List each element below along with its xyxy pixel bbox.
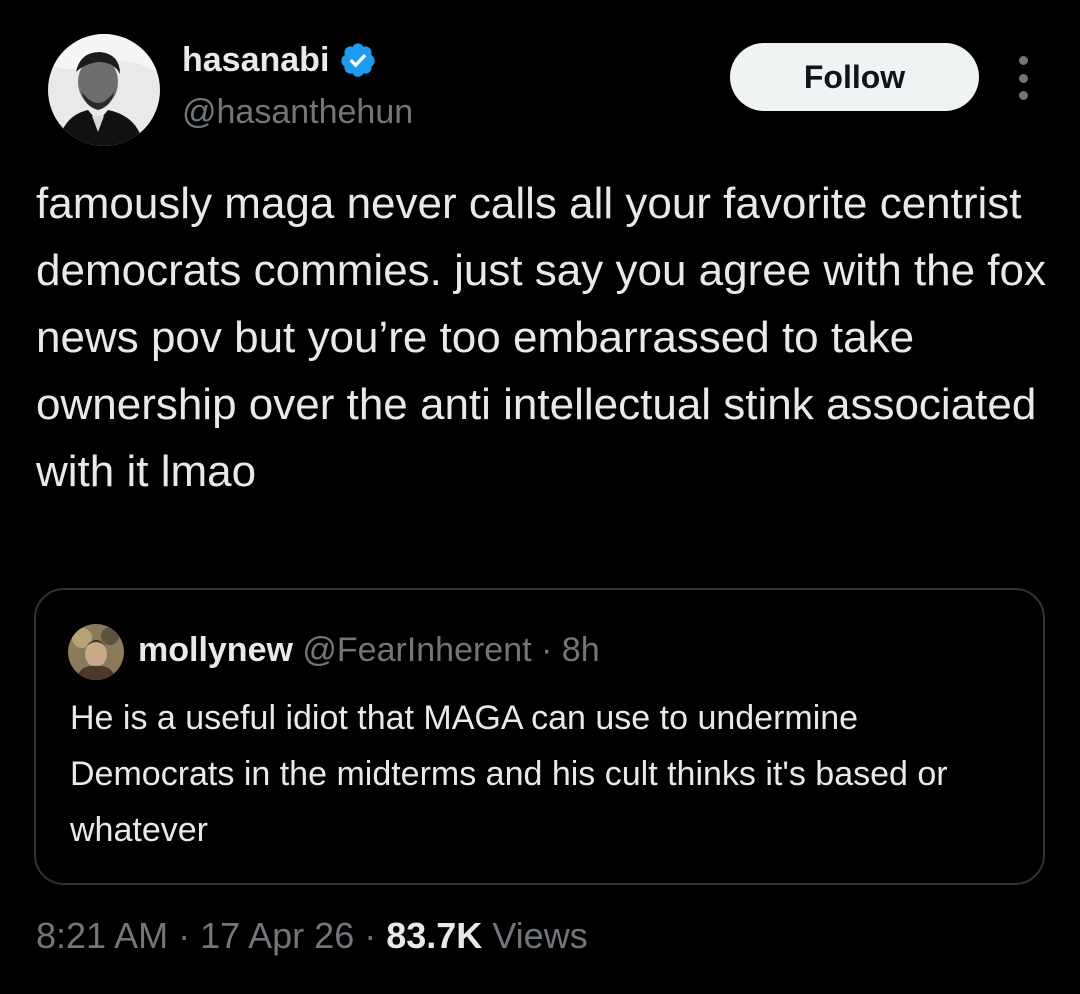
dot bbox=[1018, 73, 1028, 83]
tweet-text: famously maga never calls all your favor… bbox=[36, 179, 1059, 496]
avatar-photo-icon bbox=[48, 34, 160, 146]
dot bbox=[1018, 91, 1028, 100]
author-avatar[interactable] bbox=[48, 34, 160, 146]
quoted-display-name[interactable]: mollynew bbox=[138, 631, 293, 669]
views-label: Views bbox=[492, 915, 588, 956]
quoted-avatar-photo-icon bbox=[68, 624, 124, 680]
meta-separator: · bbox=[531, 631, 562, 669]
quoted-tweet-card[interactable]: mollynew @FearInherent · 8h He is a usef… bbox=[34, 588, 1045, 885]
quoted-time[interactable]: 8h bbox=[562, 631, 600, 669]
dot bbox=[1018, 56, 1028, 65]
author-handle[interactable]: @hasanthehun bbox=[182, 90, 413, 134]
quoted-handle-text: @FearInherent bbox=[302, 631, 532, 669]
author-display-name[interactable]: hasanabi bbox=[182, 38, 329, 82]
meta-separator: · bbox=[168, 915, 201, 956]
quoted-tweet-text: He is a useful idiot that MAGA can use t… bbox=[70, 699, 948, 849]
tweet-time[interactable]: 8:21 AM bbox=[36, 915, 168, 956]
author-name-row[interactable]: hasanabi bbox=[182, 38, 377, 82]
quoted-tweet-header: mollynew @FearInherent · 8h bbox=[138, 626, 600, 674]
tweet-date[interactable]: 17 Apr 26 bbox=[200, 915, 354, 956]
meta-separator: · bbox=[354, 915, 387, 956]
more-dots-icon[interactable] bbox=[1010, 56, 1036, 100]
follow-button[interactable]: Follow bbox=[730, 43, 979, 111]
quoted-handle[interactable]: @FearInherent bbox=[302, 631, 531, 669]
quoted-author-avatar[interactable] bbox=[68, 624, 124, 680]
tweet-footer: 8:21 AM · 17 Apr 26 · 83.7K Views bbox=[36, 910, 588, 962]
verified-badge-icon bbox=[341, 43, 376, 77]
views-count: 83.7K bbox=[386, 915, 483, 956]
